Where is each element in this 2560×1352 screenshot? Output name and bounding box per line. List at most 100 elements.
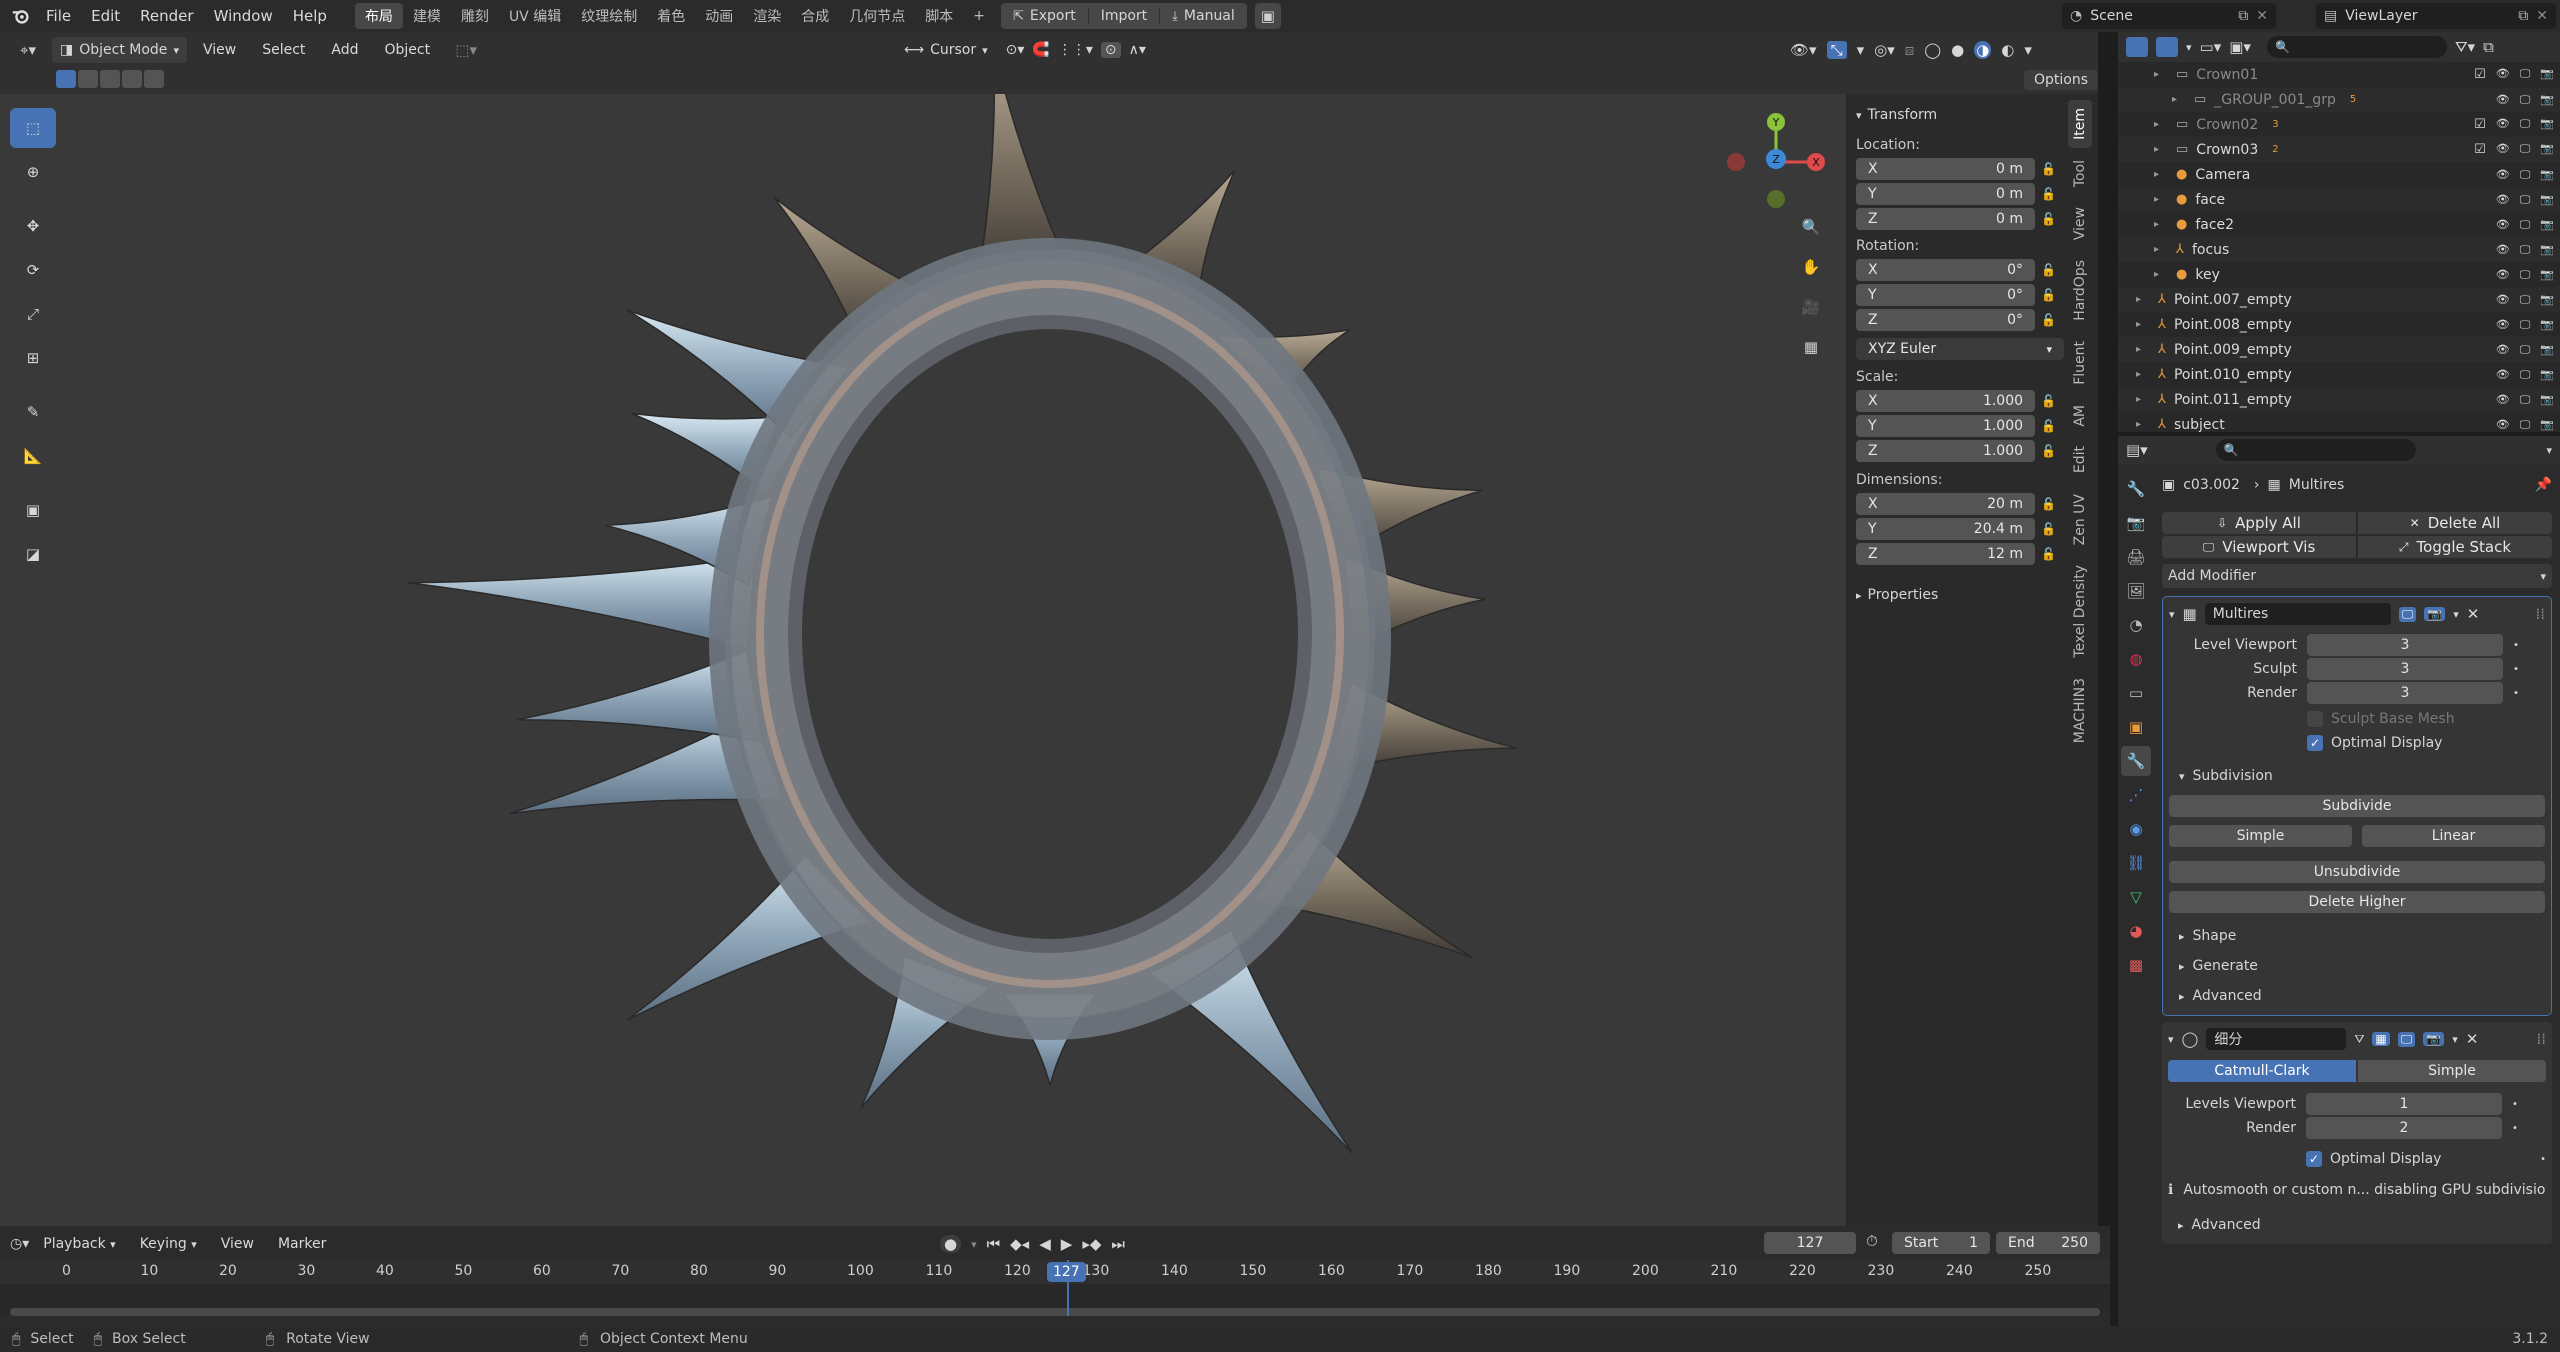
drag-handle-icon[interactable]: ⁞⁞ — [2536, 1030, 2546, 1048]
pivot-point-dropdown[interactable]: ⟷ Cursor ▾ — [904, 42, 988, 58]
properties-panel-header[interactable]: ▸ Properties — [1856, 582, 2056, 608]
annotate-tool-icon[interactable]: ✎ — [10, 392, 56, 432]
render-toggle-icon[interactable]: 📷 — [2424, 607, 2446, 621]
expand-arrow-icon[interactable]: ▸ — [2154, 219, 2168, 230]
expand-arrow-icon[interactable]: ▸ — [2154, 244, 2168, 255]
eye-icon[interactable]: 👁 — [2496, 393, 2510, 407]
toggle-stack-button[interactable]: ⤢ Toggle Stack — [2358, 536, 2552, 558]
exclude-checkbox[interactable]: ☑ — [2474, 67, 2486, 82]
modifier-menu-icon[interactable]: ▾ — [2453, 608, 2459, 621]
new-collection-icon[interactable]: ▣▾ — [2229, 38, 2251, 56]
keying-menu[interactable]: Keying ▾ — [130, 1231, 207, 1257]
lock-icon[interactable]: 🔓 — [2041, 419, 2056, 433]
shape-subpanel-header[interactable]: ▸ Shape — [2169, 923, 2545, 949]
subdivide-button[interactable]: Subdivide — [2169, 795, 2545, 817]
rotate-tool-icon[interactable]: ⟳ — [10, 250, 56, 290]
scale-x-field[interactable]: X 1.000 — [1856, 389, 2036, 412]
eye-icon[interactable]: 👁 — [2496, 243, 2510, 257]
eye-icon[interactable]: 👁 — [2496, 67, 2510, 82]
lock-icon[interactable]: 🔓 — [2041, 212, 2056, 226]
levels-viewport-field[interactable]: 1 — [2306, 1093, 2502, 1115]
delete-higher-button[interactable]: Delete Higher — [2169, 891, 2545, 913]
workspace-tab-uv-editing[interactable]: UV 编辑 — [499, 3, 571, 29]
viewport-disable-icon[interactable]: 🖵 — [2520, 117, 2531, 132]
chevron-down-icon[interactable]: ▾ — [2168, 1033, 2174, 1046]
gizmo-dropdown-icon[interactable]: ▾ — [1857, 41, 1865, 59]
expand-arrow-icon[interactable]: ▸ — [2154, 69, 2168, 80]
constraints-tab-icon[interactable]: ⛓ — [2121, 848, 2151, 878]
render-disable-icon[interactable]: 📷 — [2540, 418, 2554, 432]
menu-view[interactable]: View — [193, 37, 246, 63]
npanel-tab-hardops[interactable]: HardOps — [2068, 252, 2092, 329]
outliner-row[interactable]: ▸ ⅄ Point.011_empty 👁 🖵 📷 — [2118, 387, 2560, 412]
outliner-row[interactable]: ▸ ⅄ Point.007_empty 👁 🖵 📷 — [2118, 287, 2560, 312]
render-disable-icon[interactable]: 📷 — [2540, 168, 2554, 182]
render-disable-icon[interactable]: 📷 — [2540, 368, 2554, 382]
npanel-tab-am[interactable]: AM — [2068, 397, 2092, 435]
outliner-row[interactable]: ▸ ⅄ Point.010_empty 👁 🖵 📷 — [2118, 362, 2560, 387]
location-z-field[interactable]: Z 0 m — [1856, 207, 2036, 230]
eye-icon[interactable]: 👁 — [2496, 168, 2510, 182]
workspace-tab-sculpting[interactable]: 雕刻 — [451, 3, 499, 29]
cursor-tool-icon[interactable]: ⊕ — [10, 152, 56, 192]
select-box-tool-icon[interactable]: ⬚ — [10, 108, 56, 148]
outliner-row[interactable]: ▸ ▭ _GROUP_001_grp 5 👁 🖵 📷 — [2118, 87, 2560, 112]
scale-tool-icon[interactable]: ⤢ — [10, 294, 56, 334]
editor-type-icon[interactable]: ⌖▾ — [10, 35, 46, 65]
apply-all-button[interactable]: ⇩ Apply All — [2162, 512, 2356, 534]
jump-keyframe-back-icon[interactable]: ◆◂ — [1010, 1235, 1029, 1253]
scale-z-field[interactable]: Z 1.000 — [1856, 439, 2036, 462]
expand-arrow-icon[interactable]: ▸ — [2136, 369, 2150, 380]
keyframe-dot-icon[interactable]: • — [2512, 1123, 2518, 1134]
outliner-row[interactable]: ▸ ⅄ Point.009_empty 👁 🖵 📷 — [2118, 337, 2560, 362]
outliner-row[interactable]: ▸ ● key 👁 🖵 📷 — [2118, 262, 2560, 287]
timeline-scrollbar[interactable] — [10, 1308, 2100, 1316]
expand-arrow-icon[interactable]: ▸ — [2136, 294, 2150, 305]
lock-icon[interactable]: 🔓 — [2041, 187, 2056, 201]
filter-icon[interactable]: ⛛▾ — [2455, 38, 2475, 56]
select-new-icon[interactable] — [56, 70, 76, 88]
generate-subpanel-header[interactable]: ▸ Generate — [2169, 953, 2545, 979]
snap-icon[interactable]: 🧲 — [1032, 42, 1049, 58]
marker-menu[interactable]: Marker — [268, 1231, 336, 1257]
eye-icon[interactable]: 👁 — [2496, 418, 2510, 432]
render-disable-icon[interactable]: 📷 — [2540, 243, 2554, 257]
workspace-tab-compositing[interactable]: 合成 — [791, 3, 839, 29]
render-disable-icon[interactable]: 📷 — [2540, 142, 2554, 157]
dimensions-x-field[interactable]: X 20 m — [1856, 492, 2036, 515]
pan-hand-icon[interactable]: ✋ — [1796, 252, 1826, 282]
options-button[interactable]: Options — [2024, 70, 2099, 90]
rotation-x-field[interactable]: X 0° — [1856, 258, 2036, 281]
optimal-display-checkbox[interactable]: ✓ — [2307, 735, 2323, 751]
menu-object[interactable]: Object — [375, 37, 441, 63]
modifier-menu-icon[interactable]: ▾ — [2452, 1033, 2458, 1046]
render-disable-icon[interactable]: 📷 — [2540, 318, 2554, 332]
outliner-row[interactable]: ▸ ● face 👁 🖵 📷 — [2118, 187, 2560, 212]
eye-icon[interactable]: 👁 — [2496, 318, 2510, 332]
expand-arrow-icon[interactable]: ▸ — [2172, 94, 2186, 105]
render-level-field[interactable]: 3 — [2307, 682, 2503, 704]
3d-viewport[interactable]: ⬚ ⊕ ✥ ⟳ ⤢ ⊞ ✎ 📐 ▣ ◪ Y X Z 🔍 ✋ 🎥 ▦ — [0, 94, 2098, 1226]
crown-of-thorns-model[interactable] — [0, 94, 1846, 1226]
linear-subdivide-button[interactable]: Linear — [2362, 825, 2545, 847]
realtime-toggle-icon[interactable]: 🖵 — [2397, 1031, 2416, 1047]
outliner-editor-icon[interactable] — [2126, 37, 2148, 57]
material-tab-icon[interactable]: ◕ — [2121, 916, 2151, 946]
eye-icon[interactable]: 👁 — [2496, 117, 2510, 132]
rotation-z-field[interactable]: Z 0° — [1856, 308, 2036, 331]
new-viewlayer-icon[interactable]: ⧉ — [2518, 8, 2528, 24]
view-layer-tab-icon[interactable]: 🖼 — [2121, 576, 2151, 606]
render-disable-icon[interactable]: 📷 — [2540, 67, 2554, 82]
render-disable-icon[interactable]: 📷 — [2540, 268, 2554, 282]
jump-keyframe-forward-icon[interactable]: ▸◆ — [1082, 1235, 1101, 1253]
blender-logo-icon[interactable] — [6, 1, 36, 31]
eye-icon[interactable]: 👁 — [2496, 142, 2510, 157]
render-toggle-icon[interactable]: 📷 — [2423, 1032, 2445, 1046]
lock-icon[interactable]: 🔓 — [2041, 313, 2056, 327]
lock-icon[interactable]: 🔓 — [2041, 444, 2056, 458]
data-tab-icon[interactable]: ▽ — [2121, 882, 2151, 912]
dimensions-z-field[interactable]: Z 12 m — [1856, 542, 2036, 565]
realtime-toggle-icon[interactable]: 🖵 — [2398, 606, 2417, 622]
chevron-down-icon[interactable]: ▾ — [2186, 41, 2192, 54]
material-shading-icon[interactable]: ◑ — [1974, 41, 1992, 59]
